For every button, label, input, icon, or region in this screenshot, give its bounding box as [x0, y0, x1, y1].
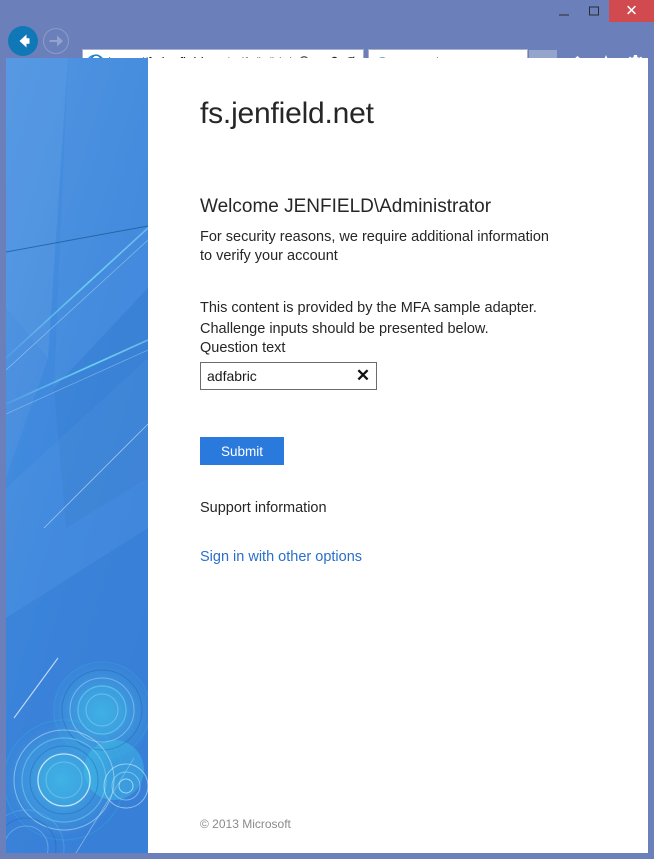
support-information-label: Support information [200, 500, 327, 516]
security-message: For security reasons, we require additio… [200, 229, 549, 264]
clear-input-icon[interactable]: ✕ [350, 363, 376, 389]
close-window-button[interactable]: ✕ [609, 0, 654, 22]
forward-arrow-icon [49, 35, 63, 47]
minimize-button[interactable] [549, 0, 579, 22]
page-viewport: fs.jenfield.net Welcome JENFIELD\Adminis… [6, 58, 648, 853]
sign-in-content: fs.jenfield.net Welcome JENFIELD\Adminis… [148, 58, 648, 853]
title-bar: ✕ [0, 0, 654, 22]
submit-button[interactable]: Submit [200, 437, 284, 465]
challenge-input-wrapper: ✕ [200, 362, 377, 390]
forward-button[interactable] [43, 28, 69, 54]
back-button[interactable] [8, 26, 38, 56]
adapter-message: This content is provided by the MFA samp… [200, 300, 537, 337]
maximize-icon [589, 6, 599, 16]
page-title: fs.jenfield.net [200, 97, 374, 130]
welcome-heading: Welcome JENFIELD\Administrator [200, 196, 492, 217]
sign-in-other-options-link[interactable]: Sign in with other options [200, 549, 362, 565]
close-icon: ✕ [625, 2, 638, 20]
copyright-footer: © 2013 Microsoft [200, 817, 291, 831]
maximize-button[interactable] [579, 0, 609, 22]
minimize-icon [559, 14, 569, 16]
challenge-input[interactable] [201, 368, 350, 384]
navigation-toolbar: https://fs.jenfield.net/adfs/ls/idpin [0, 22, 654, 76]
question-text-label: Question text [200, 340, 286, 356]
illustration-graphic [6, 58, 148, 853]
browser-window: ✕ https://fs. [0, 0, 654, 859]
back-arrow-icon [19, 34, 30, 48]
branding-illustration [6, 58, 148, 853]
